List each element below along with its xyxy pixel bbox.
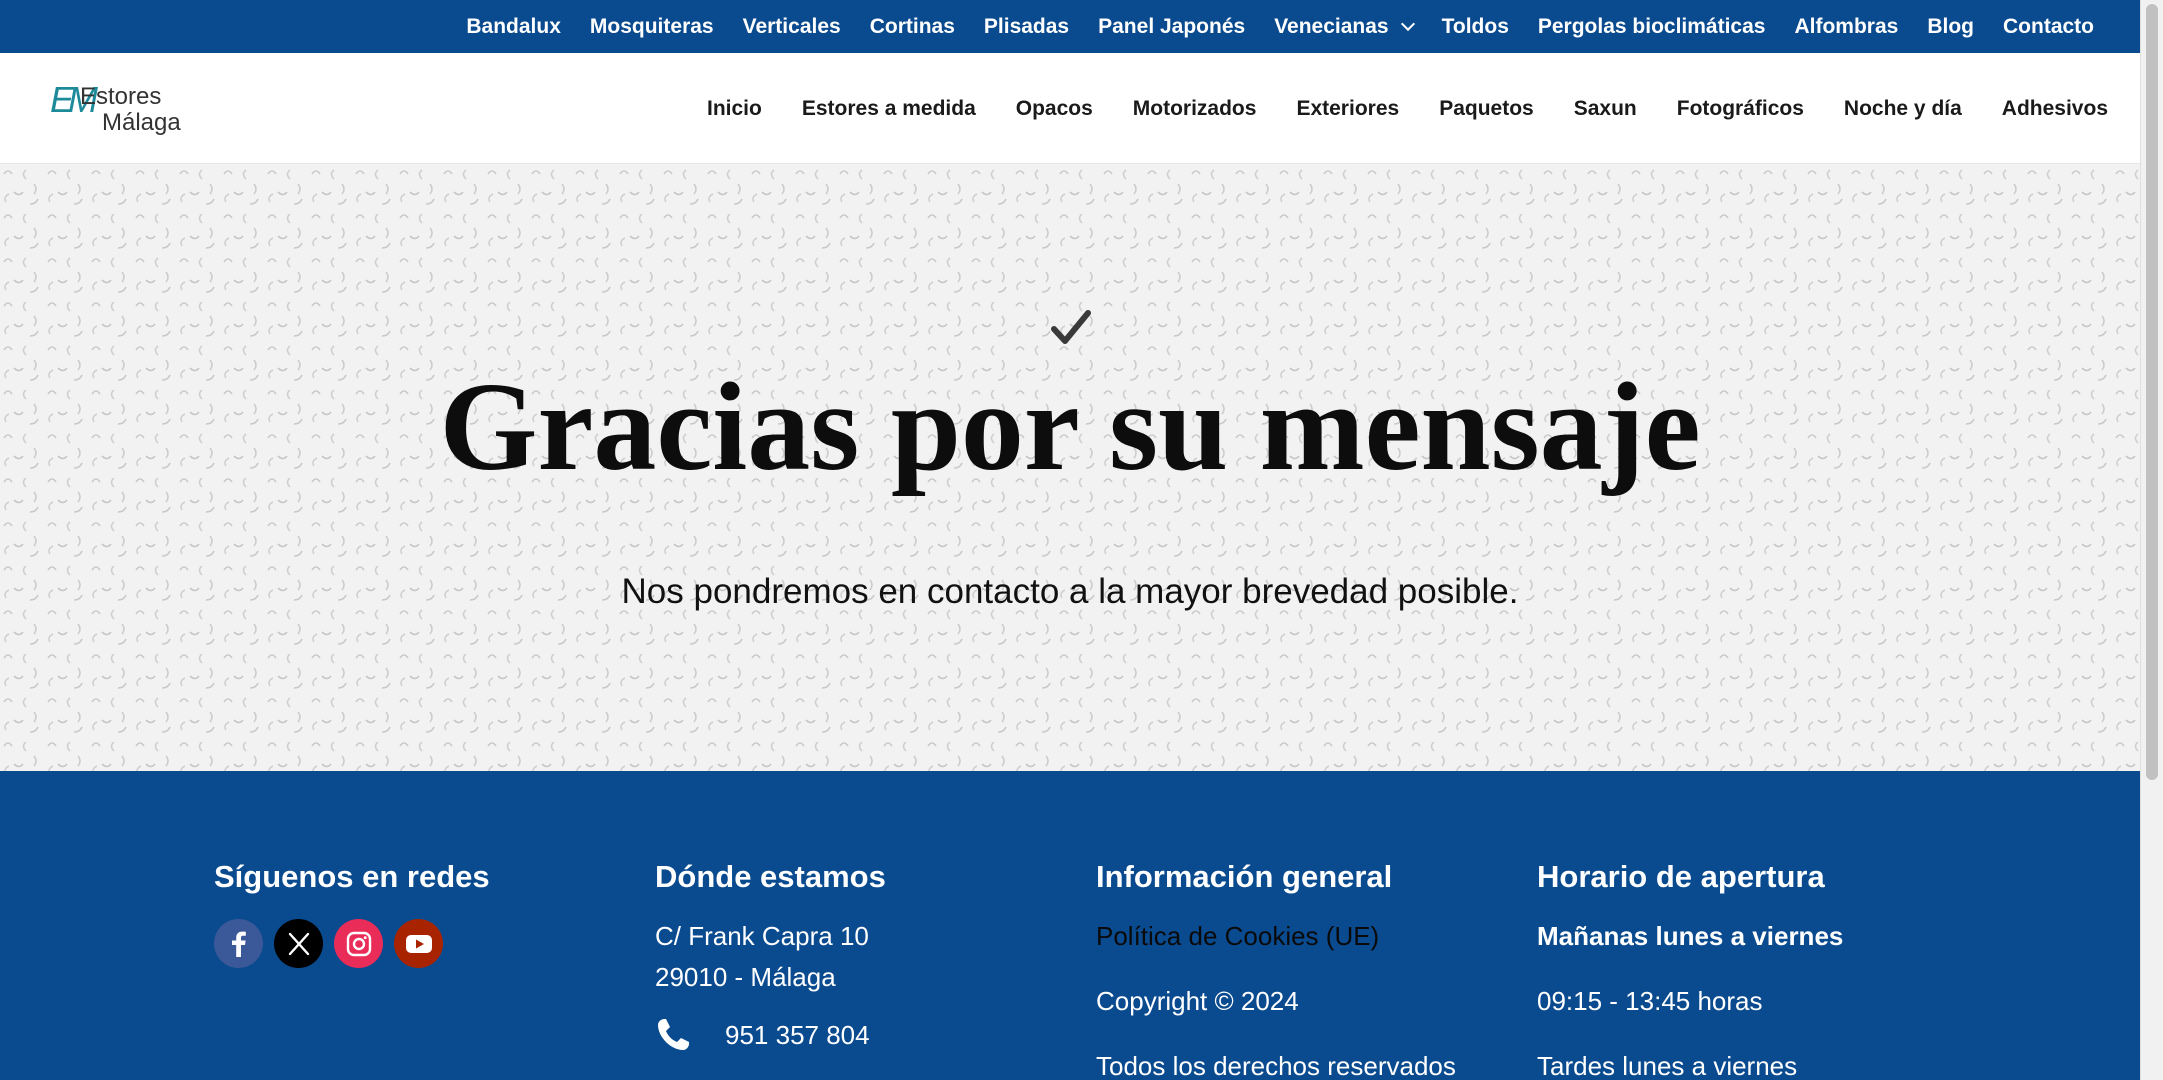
logo-line1: Estores bbox=[80, 83, 162, 110]
topnav-toldos[interactable]: Toldos bbox=[1442, 15, 1509, 39]
topnav-plisadas[interactable]: Plisadas bbox=[984, 15, 1069, 39]
nav-estores-a-medida[interactable]: Estores a medida bbox=[802, 97, 976, 121]
site-logo[interactable]: EM Estores Málaga bbox=[50, 77, 190, 137]
footer-location-column: Dónde estamos C/ Frank Capra 10 29010 - … bbox=[655, 859, 886, 1053]
nav-exteriores[interactable]: Exteriores bbox=[1296, 97, 1399, 121]
phone-number: 951 357 804 bbox=[725, 1019, 870, 1050]
youtube-icon bbox=[405, 934, 432, 953]
social-heading: Síguenos en redes bbox=[214, 859, 490, 894]
topnav-panel-japones[interactable]: Panel Japonés bbox=[1098, 15, 1245, 39]
topnav-venecianas[interactable]: Venecianas bbox=[1274, 14, 1415, 39]
cookies-policy-link[interactable]: Política de Cookies (UE) bbox=[1096, 921, 1456, 952]
top-bar: Bandalux Mosquiteras Verticales Cortinas… bbox=[0, 0, 2140, 53]
x-button[interactable] bbox=[274, 919, 323, 968]
topnav-cortinas[interactable]: Cortinas bbox=[870, 15, 955, 39]
x-icon bbox=[288, 932, 309, 955]
rights-text: Todos los derechos reservados bbox=[1096, 1051, 1456, 1080]
address-line1: C/ Frank Capra 10 bbox=[655, 921, 869, 951]
page-title: Gracias por su mensaje bbox=[439, 358, 1701, 497]
topnav-blog[interactable]: Blog bbox=[1927, 15, 1974, 39]
thank-you-hero: Gracias por su mensaje Nos pondremos en … bbox=[0, 164, 2140, 771]
nav-inicio[interactable]: Inicio bbox=[707, 97, 762, 121]
youtube-button[interactable] bbox=[394, 919, 443, 968]
social-buttons bbox=[214, 919, 490, 968]
nav-motorizados[interactable]: Motorizados bbox=[1133, 97, 1257, 121]
copyright-text: Copyright © 2024 bbox=[1096, 986, 1299, 1016]
instagram-icon bbox=[346, 931, 371, 956]
info-heading: Información general bbox=[1096, 859, 1393, 894]
phone-icon bbox=[658, 1019, 689, 1050]
topnav-pergolas[interactable]: Pergolas bioclimáticas bbox=[1538, 15, 1766, 39]
scrollbar-thumb[interactable] bbox=[2146, 4, 2158, 780]
footer-hours-column: Horario de apertura Mañanas lunes a vier… bbox=[1537, 859, 1843, 1080]
checkmark-icon bbox=[1051, 310, 1091, 344]
logo-line2: Málaga bbox=[102, 109, 181, 136]
main-nav: Inicio Estores a medida Opacos Motorizad… bbox=[667, 53, 2108, 164]
chevron-down-icon bbox=[1400, 16, 1415, 31]
topnav-venecianas-label: Venecianas bbox=[1274, 14, 1389, 38]
topnav-alfombras[interactable]: Alfombras bbox=[1794, 15, 1898, 39]
nav-noche-y-dia[interactable]: Noche y día bbox=[1844, 97, 1962, 121]
afternoon-label: Tardes lunes a viernes bbox=[1537, 1051, 1798, 1080]
footer-social-column: Síguenos en redes bbox=[214, 859, 490, 968]
topnav-bandalux[interactable]: Bandalux bbox=[466, 15, 561, 39]
footer-info-column: Información general Política de Cookies … bbox=[1096, 859, 1456, 1080]
facebook-button[interactable] bbox=[214, 919, 263, 968]
instagram-button[interactable] bbox=[334, 919, 383, 968]
morning-label: Mañanas lunes a viernes bbox=[1537, 921, 1844, 951]
page-subtitle: Nos pondremos en contacto a la mayor bre… bbox=[621, 572, 1519, 611]
top-nav: Bandalux Mosquiteras Verticales Cortinas… bbox=[437, 0, 2094, 53]
facebook-icon bbox=[231, 931, 246, 957]
site-footer: Síguenos en redes Dónde estamos C/ Frank… bbox=[0, 771, 2140, 1080]
nav-opacos[interactable]: Opacos bbox=[1016, 97, 1093, 121]
morning-hours: 09:15 - 13:45 horas bbox=[1537, 986, 1763, 1016]
nav-fotograficos[interactable]: Fotográficos bbox=[1677, 97, 1804, 121]
phone-row[interactable]: 951 357 804 bbox=[655, 1017, 886, 1053]
page-scrollbar[interactable] bbox=[2140, 0, 2163, 1080]
topnav-mosquiteras[interactable]: Mosquiteras bbox=[590, 15, 714, 39]
hours-heading: Horario de apertura bbox=[1537, 859, 1825, 894]
nav-saxun[interactable]: Saxun bbox=[1574, 97, 1637, 121]
topnav-contacto[interactable]: Contacto bbox=[2003, 15, 2094, 39]
address-line2: 29010 - Málaga bbox=[655, 962, 836, 992]
topnav-verticales[interactable]: Verticales bbox=[743, 15, 841, 39]
nav-adhesivos[interactable]: Adhesivos bbox=[2002, 97, 2108, 121]
site-header: EM Estores Málaga Inicio Estores a medid… bbox=[0, 53, 2140, 164]
location-heading: Dónde estamos bbox=[655, 859, 886, 894]
nav-paquetos[interactable]: Paquetos bbox=[1439, 97, 1534, 121]
